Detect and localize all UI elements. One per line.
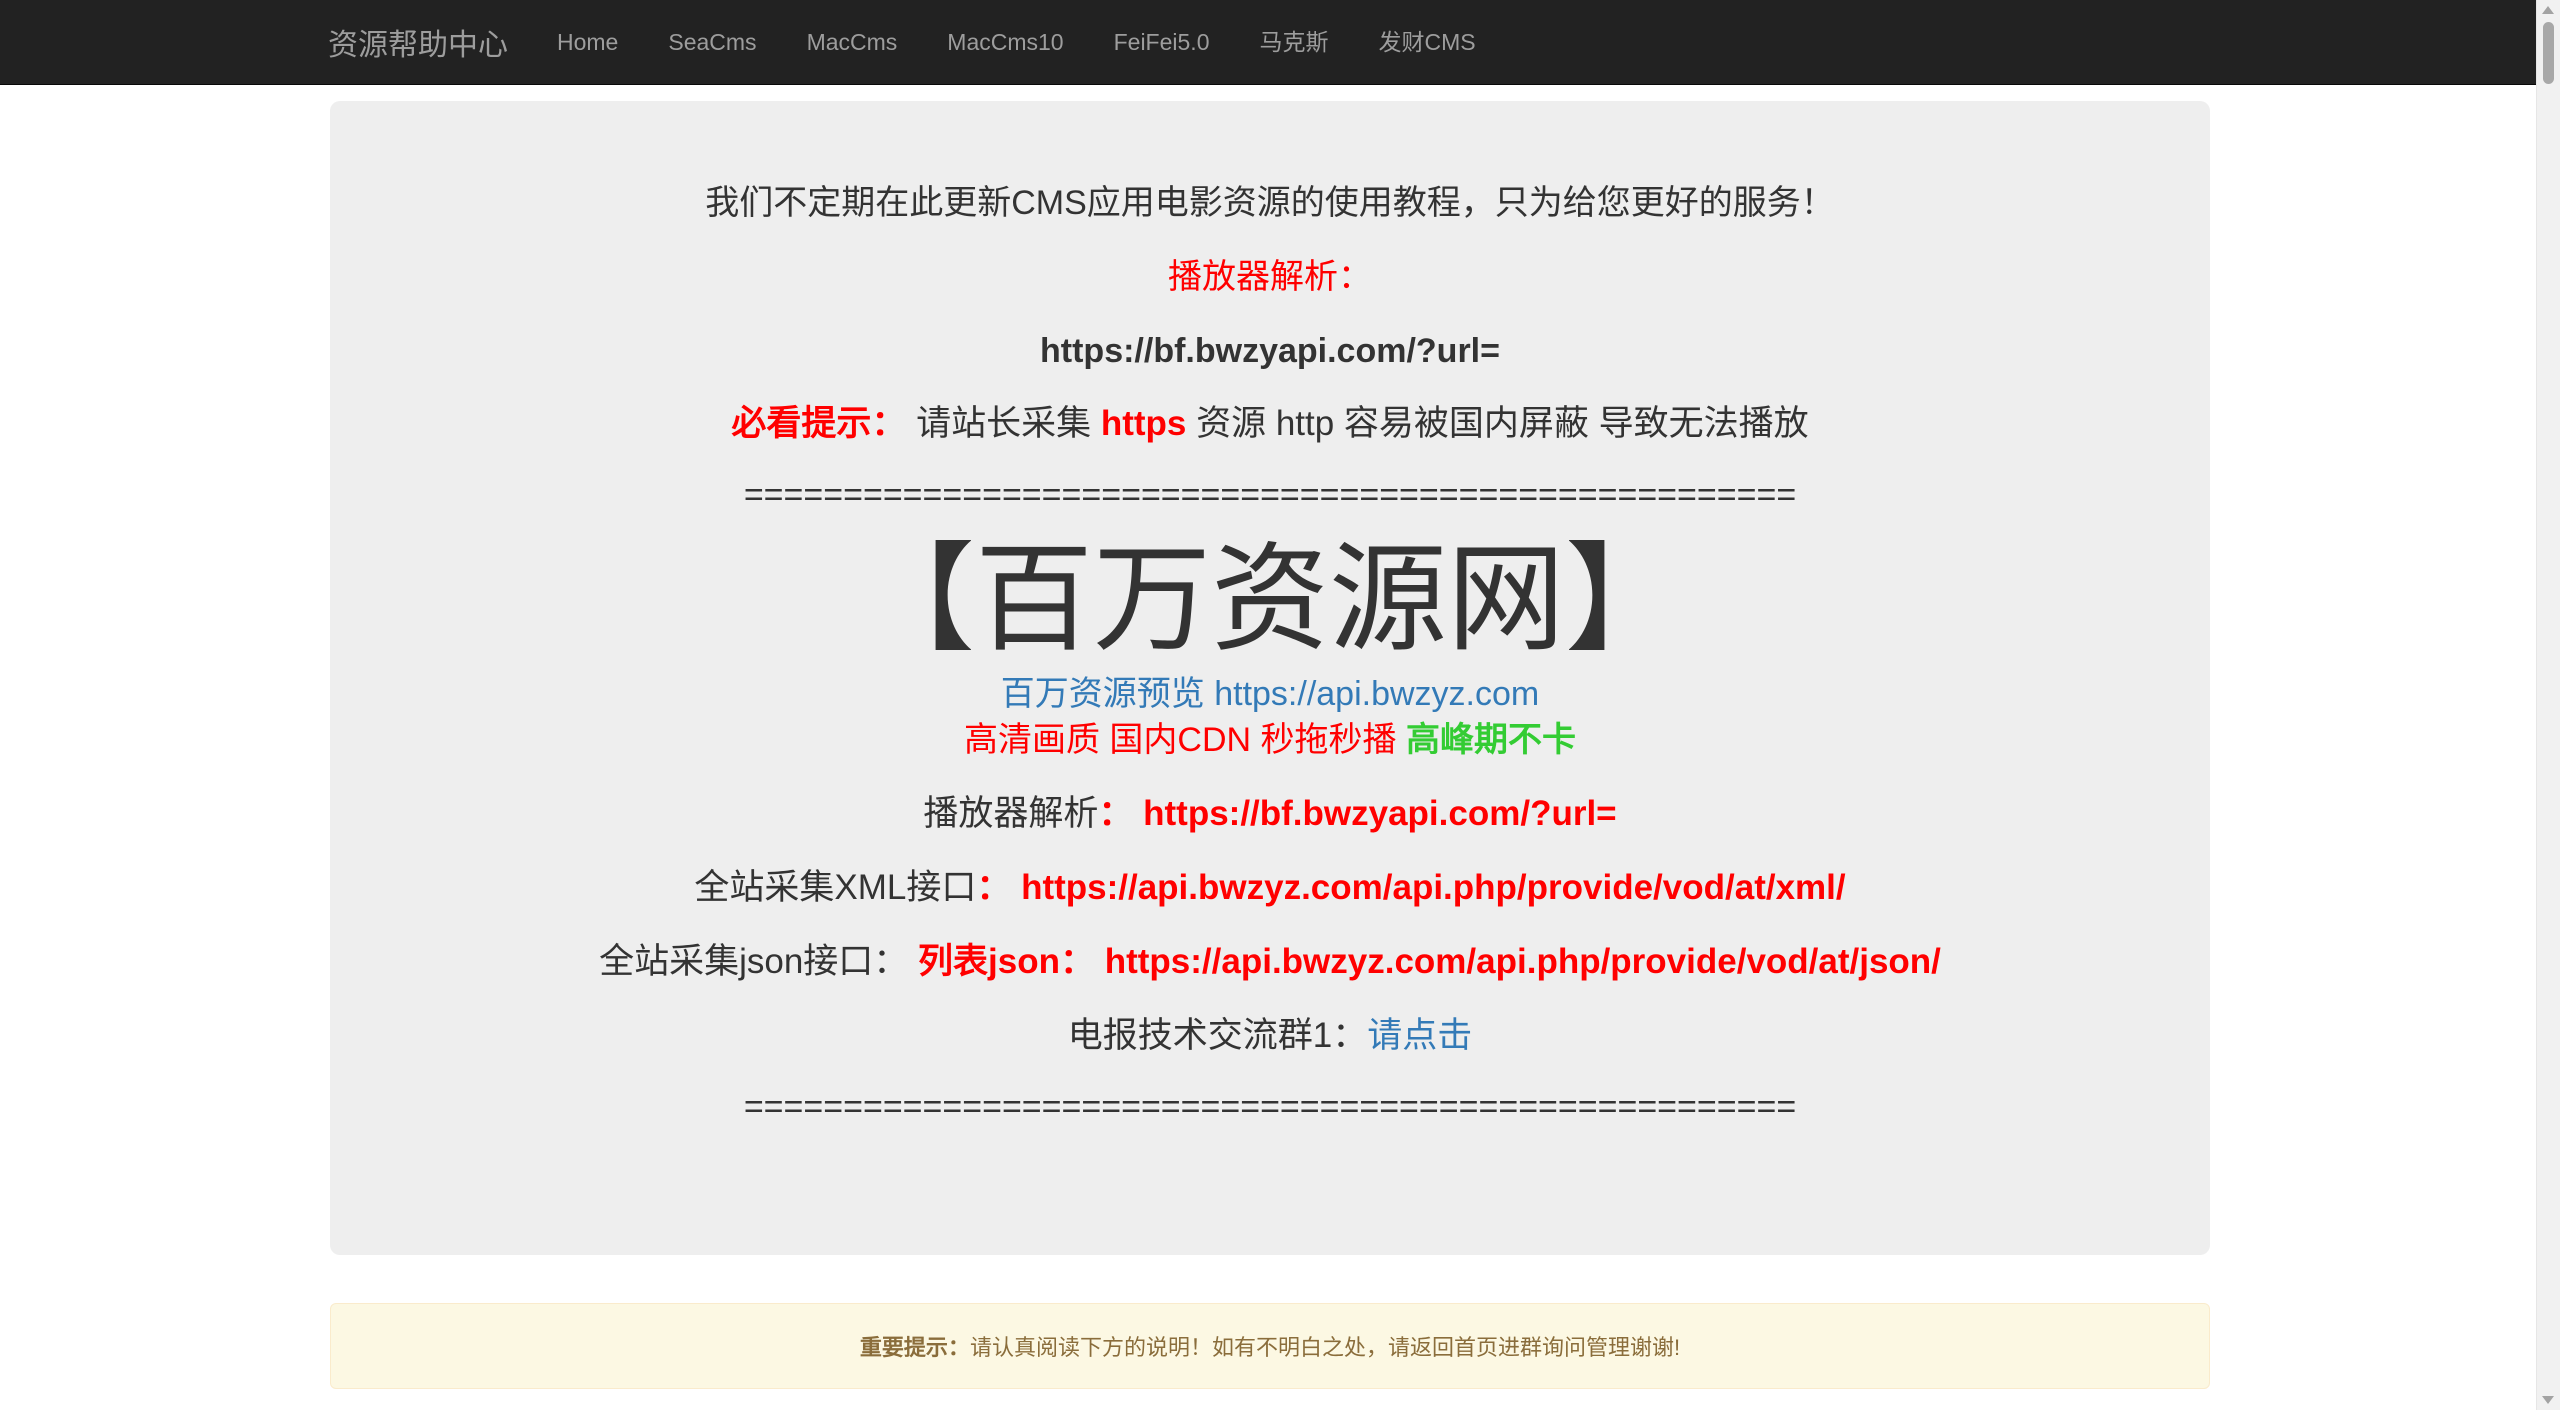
player-colon: ： — [1098, 794, 1134, 833]
nav-item-maccms10[interactable]: MacCms10 — [922, 0, 1088, 84]
must-read-tip: 必看提示： 请站长采集 https 资源 http 容易被国内屏蔽 导致无法播放 — [330, 403, 2210, 445]
json-url-link[interactable]: https://api.bwzyz.com/api.php/provide/vo… — [1105, 942, 1941, 981]
nav-item-makesi[interactable]: 马克斯 — [1234, 0, 1353, 84]
preview-label: 百万资源预览 — [1000, 675, 1205, 713]
important-notice-alert: 重要提示： 请认真阅读下方的说明！如有不明白之处，请返回首页进群询问管理谢谢! — [330, 1303, 2210, 1389]
telegram-label: 电报技术交流群1： — [1067, 1016, 1368, 1055]
tip-text-2: 资源 http 容易被国内屏蔽 导致无法播放 — [1196, 404, 1809, 443]
vertical-scrollbar[interactable] — [2536, 0, 2560, 1410]
nav-item-feifei[interactable]: FeiFei5.0 — [1089, 0, 1235, 84]
preview-line: 百万资源预览 https://api.bwzyz.com — [330, 673, 2210, 715]
xml-label: 全站采集XML接口 — [694, 868, 977, 907]
hd-text: 高清画质 国内CDN 秒拖秒播 — [963, 721, 1397, 759]
intro-text: 我们不定期在此更新CMS应用电影资源的使用教程，只为给您更好的服务！ — [705, 184, 1835, 222]
player-url-link[interactable]: https://bf.bwzyapi.com/?url= — [1143, 794, 1617, 833]
top-navbar: 资源帮助中心 Home SeaCms MacCms MacCms10 FeiFe… — [0, 0, 2536, 85]
player-parse-url: https://bf.bwzyapi.com/?url= — [1040, 332, 1500, 370]
telegram-link[interactable]: 请点击 — [1367, 1016, 1472, 1055]
player-label: 播放器解析 — [923, 794, 1099, 833]
nav-item-seacms[interactable]: SeaCms — [643, 0, 781, 84]
nav-item-home[interactable]: Home — [532, 0, 643, 84]
json-list-label: 列表json： — [918, 942, 1095, 981]
tip-https: https — [1100, 404, 1187, 443]
nav-menu: Home SeaCms MacCms MacCms10 FeiFei5.0 马克… — [532, 0, 1501, 84]
navbar-brand[interactable]: 资源帮助中心 — [328, 20, 508, 64]
json-label: 全站采集json接口： — [599, 942, 909, 981]
xml-colon: ： — [976, 868, 1012, 907]
scroll-down-icon[interactable] — [2542, 1396, 2554, 1404]
tip-label: 必看提示： — [731, 404, 907, 443]
hd-line: 高清画质 国内CDN 秒拖秒播 高峰期不卡 — [330, 719, 2210, 761]
divider-top: ========================================… — [743, 476, 1797, 514]
divider-bottom: ========================================… — [743, 1088, 1797, 1126]
xml-api-line: 全站采集XML接口： https://api.bwzyz.com/api.php… — [330, 867, 2210, 909]
nav-item-maccms[interactable]: MacCms — [782, 0, 923, 84]
scroll-up-icon[interactable] — [2542, 6, 2554, 14]
site-title: 【百万资源网】 — [856, 534, 1683, 666]
player-parse-heading: 播放器解析： — [1168, 258, 1372, 296]
hd-peak: 高峰期不卡 — [1406, 721, 1576, 759]
alert-label: 重要提示： — [859, 1335, 970, 1360]
player-parse-line: 播放器解析： https://bf.bwzyapi.com/?url= — [330, 793, 2210, 835]
jumbotron-panel: 我们不定期在此更新CMS应用电影资源的使用教程，只为给您更好的服务！ 播放器解析… — [330, 101, 2210, 1255]
json-api-line: 全站采集json接口： 列表json： https://api.bwzyz.co… — [330, 941, 2210, 983]
xml-url-link[interactable]: https://api.bwzyz.com/api.php/provide/vo… — [1021, 868, 1846, 907]
telegram-line: 电报技术交流群1：请点击 — [330, 1015, 2210, 1057]
scrollbar-thumb[interactable] — [2543, 22, 2554, 84]
tip-text-1: 请站长采集 — [916, 404, 1092, 443]
preview-link[interactable]: https://api.bwzyz.com — [1214, 675, 1539, 713]
alert-text: 请认真阅读下方的说明！如有不明白之处，请返回首页进群询问管理谢谢! — [969, 1335, 1681, 1360]
nav-item-facai-cms[interactable]: 发财CMS — [1353, 0, 1500, 84]
